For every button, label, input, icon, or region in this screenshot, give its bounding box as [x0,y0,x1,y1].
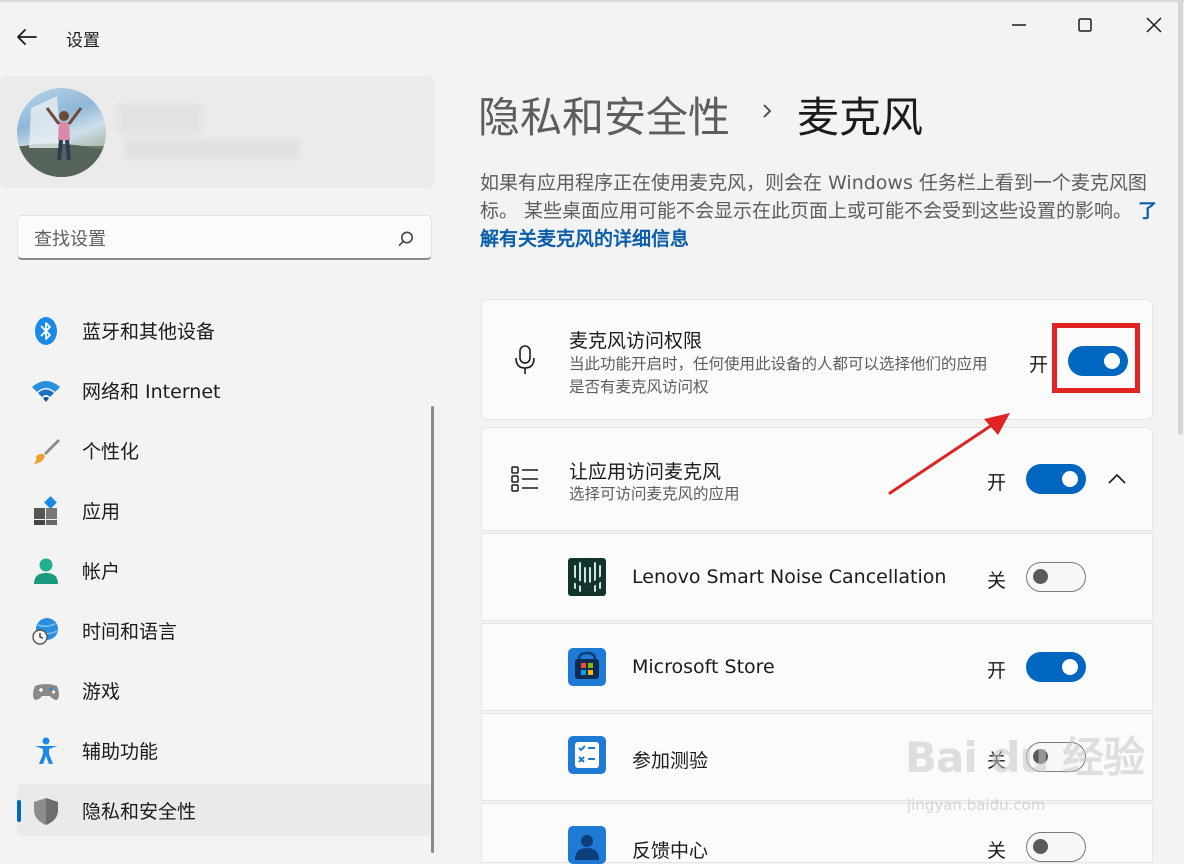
app-state: 开 [987,660,1007,682]
page-description: 如果有应用程序正在使用麦克风，则会在 Windows 任务栏上看到一个麦克风图标… [480,169,1160,253]
page-title: 麦克风 [797,93,924,142]
app-state: 关 [987,570,1007,592]
close-button[interactable] [1139,12,1169,38]
feedback-icon [568,826,606,864]
arrow-left-icon [17,29,37,45]
watermark-sub: jingyan.baidu.com [907,796,1046,814]
app-name: Lenovo Smart Noise Cancellation [632,566,947,588]
shield-icon [34,798,58,825]
avatar-photo [17,96,106,177]
app-access-subtitle: 选择可访问麦克风的应用 [569,485,740,503]
sidebar-item-accessibility[interactable]: 辅助功能 [17,724,433,776]
mic-access-title: 麦克风访问权限 [569,330,703,352]
app-row-store: Microsoft Store 开 [481,623,1153,711]
microphone-icon [515,345,535,374]
app-access-card[interactable]: 让应用访问麦克风 选择可访问麦克风的应用 开 [481,427,1153,531]
sidebar-item-label: 应用 [82,501,121,523]
app-access-toggle[interactable] [1026,464,1086,494]
minimize-button[interactable] [1004,12,1034,38]
sidebar-item-label: 游戏 [82,681,121,703]
sidebar-scrollbar[interactable] [431,406,434,853]
sidebar-item-time-language[interactable]: 时间和语言 [17,604,433,656]
sidebar-item-personalization[interactable]: 个性化 [17,424,433,476]
accessibility-icon [35,737,57,764]
sidebar-item-label: 隐私和安全性 [82,801,197,823]
list-icon [511,466,538,492]
blurred-name [118,104,202,134]
lenovo-noise-icon [568,558,606,596]
breadcrumb-parent[interactable]: 隐私和安全性 [478,84,730,145]
page-scrollbar[interactable] [1178,0,1183,435]
app-toggle-lenovo[interactable] [1026,562,1086,592]
maximize-icon [1078,18,1092,32]
chevron-up-icon[interactable] [1106,471,1128,487]
search-input[interactable] [32,225,386,253]
sidebar-item-label: 辅助功能 [82,741,159,763]
app-name: Microsoft Store [632,656,775,678]
sidebar-item-network[interactable]: 网络和 Internet [17,364,433,416]
sidebar-item-label: 蓝牙和其他设备 [82,321,216,343]
close-icon [1146,17,1162,33]
description-text: 如果有应用程序正在使用麦克风，则会在 Windows 任务栏上看到一个麦克风图标… [480,172,1147,222]
app-access-title: 让应用访问麦克风 [569,461,722,483]
sidebar-item-label: 网络和 Internet [82,381,221,403]
app-row-lenovo: Lenovo Smart Noise Cancellation 关 [481,533,1153,621]
app-name: 反馈中心 [632,840,709,862]
app-toggle-feedback[interactable] [1026,832,1086,862]
sidebar-item-apps[interactable]: 应用 [17,484,433,536]
quiz-icon [568,736,606,774]
search-icon[interactable] [397,230,415,248]
sidebar-item-gaming[interactable]: 游戏 [17,664,433,716]
app-title: 设置 [66,31,100,51]
chevron-right-icon [763,104,772,118]
sidebar-item-bluetooth[interactable]: 蓝牙和其他设备 [17,304,433,356]
paintbrush-icon [34,439,60,464]
store-icon [568,648,606,686]
avatar[interactable] [17,88,106,177]
account-icon [34,558,58,584]
apps-icon [34,496,57,525]
sidebar-item-accounts[interactable]: 帐户 [17,544,433,596]
maximize-button[interactable] [1070,12,1100,38]
app-name: 参加测验 [632,750,709,772]
app-state: 关 [987,840,1007,862]
selection-indicator [17,800,21,822]
minimize-icon [1012,24,1026,26]
mic-access-subtitle: 当此功能开启时，任何使用此设备的人都可以选择他们的应用是否有麦克风访问权 [569,355,988,396]
sidebar-item-label: 个性化 [82,441,140,463]
globe-clock-icon [32,618,58,645]
gamepad-icon [33,684,59,700]
sidebar-item-label: 帐户 [82,561,121,583]
annotation-arrow-icon [888,413,1010,495]
blurred-email [124,140,300,158]
wifi-icon [32,381,60,402]
mic-access-state: 开 [1029,354,1049,376]
search-box[interactable] [17,215,432,260]
bluetooth-icon [35,317,57,345]
highlight-box [1052,323,1140,393]
back-button[interactable] [14,24,40,50]
top-border [0,0,1184,2]
baidu-watermark: Bai du 经验 jingyan.baidu.com [905,720,1145,830]
sidebar-item-label: 时间和语言 [82,621,178,643]
sidebar-item-privacy-security[interactable]: 隐私和安全性 [17,784,433,836]
watermark-main: Bai du 经验 [905,733,1145,782]
app-toggle-store[interactable] [1026,652,1086,682]
